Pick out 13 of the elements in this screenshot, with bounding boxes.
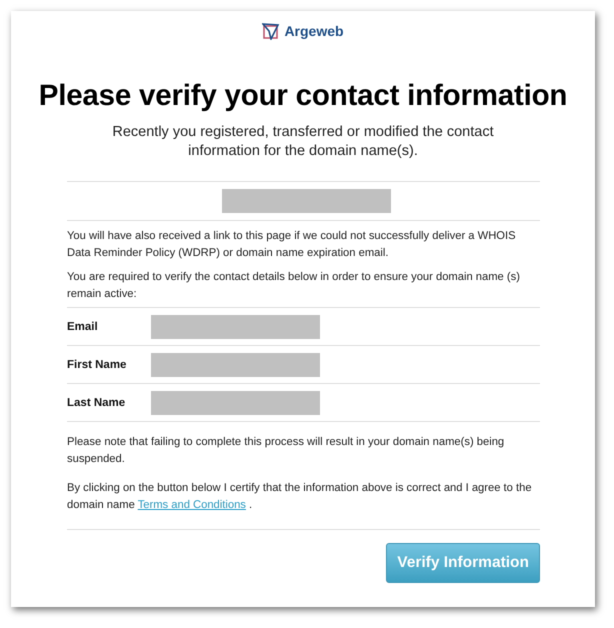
field-label: First Name — [67, 358, 128, 370]
field-label: Last Name — [67, 396, 126, 408]
subtitle: Recently you registered, transferred or modified the contact information for the domain name(s). — [111, 123, 495, 161]
info-text: You are required to verify the contact details below in order to ensure your domain name (s) remain active: — [67, 270, 521, 302]
info-text: You will have also received a link to this page if we could not successfully deliver a WHOIS Data Reminder Policy (WDRP) or domain name expiration email. — [67, 229, 517, 261]
logo-icon — [262, 22, 280, 40]
page-title: Please verify your contact information — [38, 79, 568, 113]
brand-name: Argeweb — [284, 23, 344, 39]
field-label: Email — [67, 320, 99, 332]
terms-link[interactable]: Terms and Conditions — [138, 499, 246, 511]
agreement-text: By clicking on the button below I certify that the information above is correct and I agree to the domain name Terms and Conditions . — [67, 481, 533, 513]
verify-button[interactable]: Verify Information — [386, 543, 540, 583]
notice-text: Please note that failing to complete this process will result in your domain name(s) being suspended. — [67, 435, 506, 467]
